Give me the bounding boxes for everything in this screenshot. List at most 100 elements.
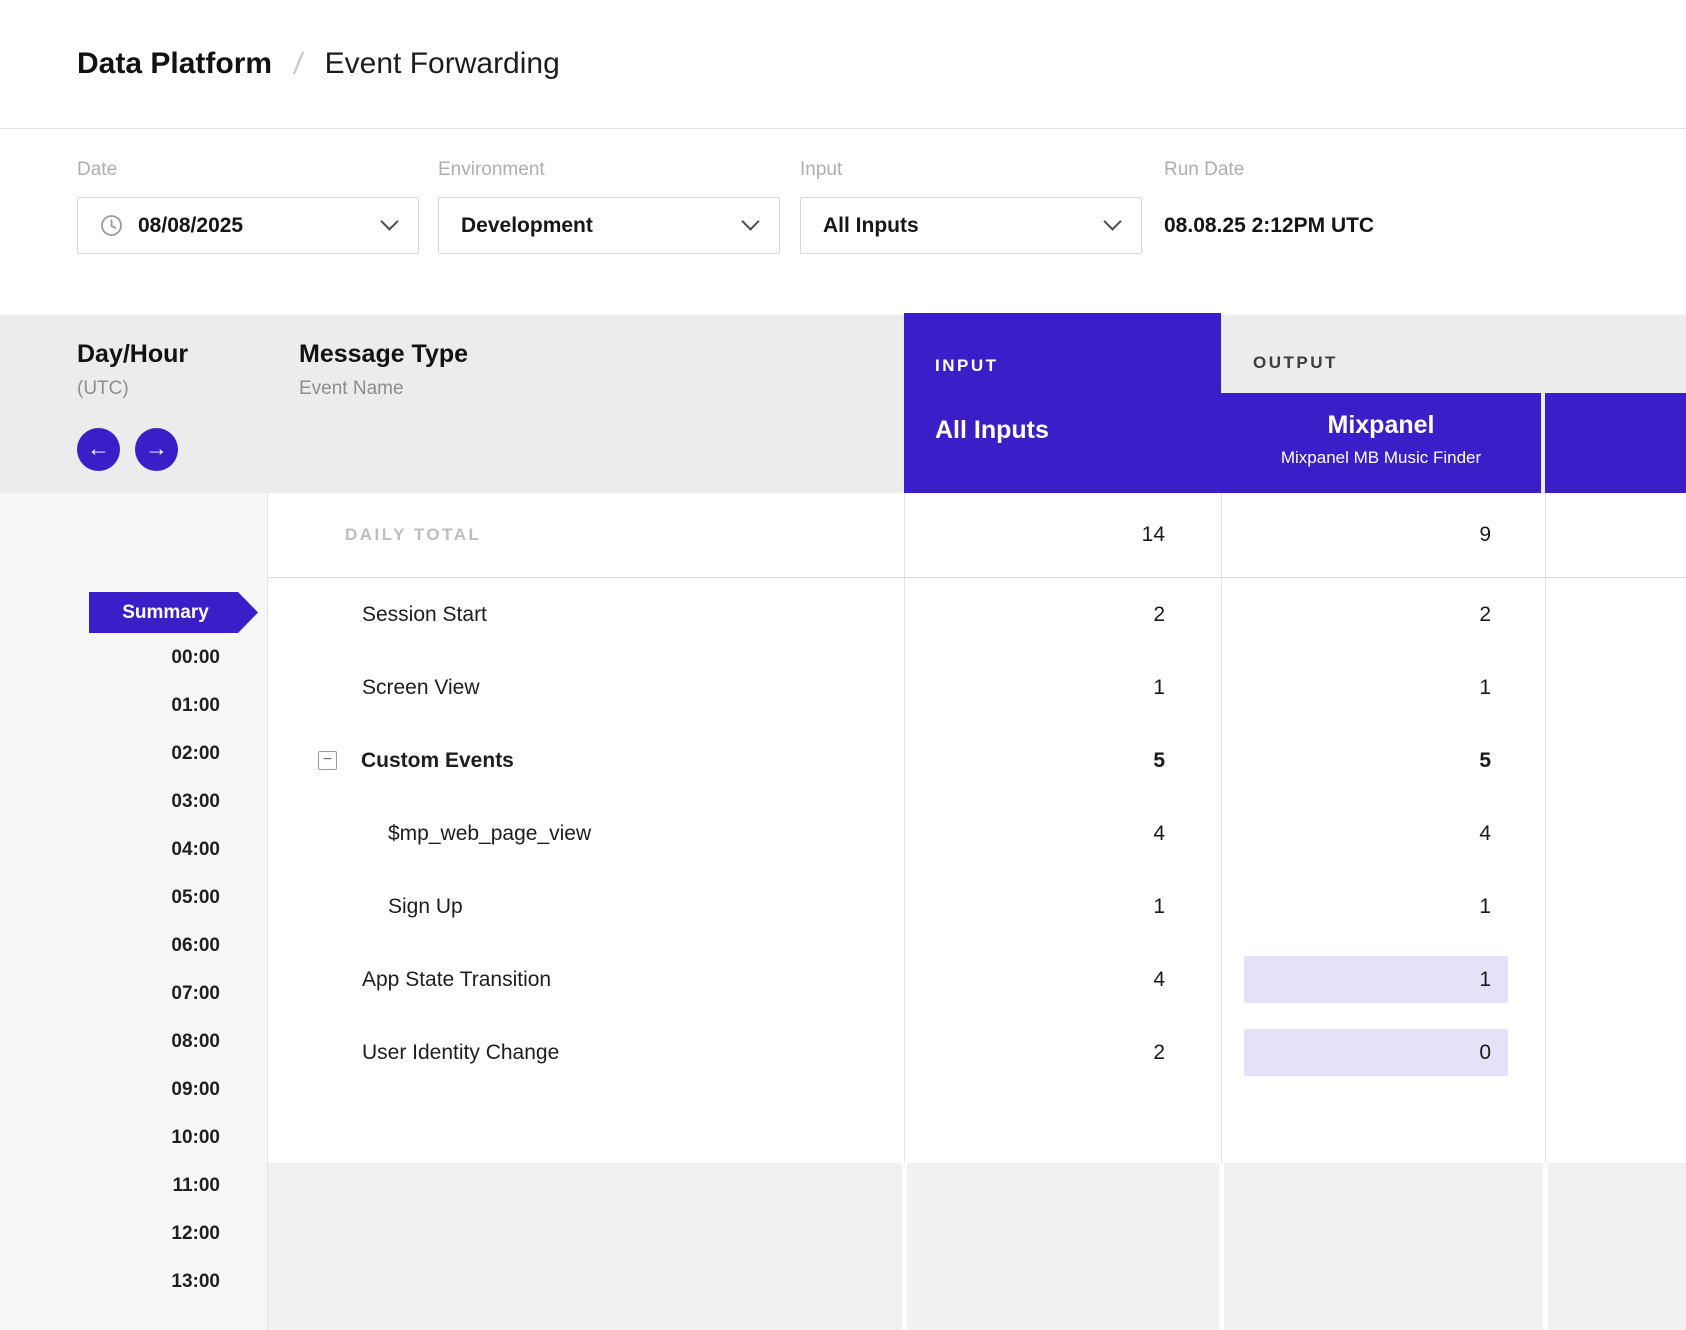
input-column-header[interactable]: INPUT All Inputs (904, 313, 1221, 493)
input-filter-label: Input (800, 159, 1142, 181)
input-column-name: All Inputs (935, 416, 1221, 445)
breadcrumb-divider: / (292, 46, 306, 82)
table-row: App State Transition41 (268, 943, 1686, 1016)
previous-day-button[interactable]: ← (77, 428, 120, 471)
breadcrumb-section[interactable]: Data Platform (77, 47, 272, 81)
daily-total-label-cell: DAILY TOTAL (268, 493, 904, 577)
output-count: 4 (1479, 822, 1491, 846)
daily-total-input-count: 14 (1142, 523, 1165, 547)
output-value-cell: 4 (1221, 797, 1545, 870)
event-forwarding-page: Data Platform / Event Forwarding Date 08… (0, 0, 1686, 1330)
hour-label[interactable]: 10:00 (0, 1114, 267, 1162)
next-output-cell (1545, 797, 1686, 870)
hour-label[interactable]: 01:00 (0, 682, 267, 730)
input-count: 1 (1153, 895, 1165, 919)
message-type-subtitle: Event Name (299, 378, 468, 400)
day-hour-title: Day/Hour (77, 340, 188, 369)
input-value-cell: 1 (904, 870, 1221, 943)
message-type-title: Message Type (299, 340, 468, 369)
hour-label[interactable]: 02:00 (0, 730, 267, 778)
hour-label[interactable]: 08:00 (0, 1018, 267, 1066)
daily-total-row: DAILY TOTAL 14 9 (268, 493, 1686, 578)
event-name: User Identity Change (362, 1041, 559, 1065)
output-value-cell: 0 (1221, 1016, 1545, 1089)
event-name: $mp_web_page_view (388, 822, 591, 846)
next-output-cell (1545, 724, 1686, 797)
highlight-box (1244, 956, 1508, 1003)
next-output-cell (1545, 1016, 1686, 1089)
environment-filter: Environment Development (438, 159, 780, 254)
input-value-cell: 2 (904, 578, 1221, 651)
breadcrumb: Data Platform / Event Forwarding (0, 0, 1686, 129)
input-value-cell: 4 (904, 797, 1221, 870)
environment-value: Development (461, 214, 593, 238)
daily-total-next-cell (1545, 493, 1686, 577)
clock-icon (100, 214, 123, 237)
day-navigation: ← → (77, 428, 178, 471)
day-hour-subtitle: (UTC) (77, 378, 188, 400)
filter-bar: Date 08/08/2025 Environment Development (0, 129, 1686, 315)
input-column-caption: INPUT (935, 356, 1221, 376)
daily-total-input-cell: 14 (904, 493, 1221, 577)
hour-label[interactable]: 13:00 (0, 1258, 267, 1306)
hour-label[interactable]: 04:00 (0, 826, 267, 874)
event-name-cell: Session Start (268, 578, 904, 651)
output-count: 1 (1479, 895, 1491, 919)
table-row: $mp_web_page_view 4 4 (268, 797, 1686, 870)
table-row: Sign Up 1 1 (268, 870, 1686, 943)
daily-total-label: DAILY TOTAL (345, 525, 481, 545)
collapse-icon[interactable]: − (318, 751, 337, 770)
highlight-box (1244, 1029, 1508, 1076)
input-count: 2 (1153, 1041, 1165, 1065)
hour-label[interactable]: 11:00 (0, 1162, 267, 1210)
event-name: App State Transition (362, 968, 551, 992)
environment-dropdown[interactable]: Development (438, 197, 780, 254)
event-name: Sign Up (388, 895, 463, 919)
date-dropdown[interactable]: 08/08/2025 (77, 197, 419, 254)
input-value-cell: 5 (904, 724, 1221, 797)
daily-total-output-count: 9 (1479, 523, 1491, 547)
hour-label[interactable]: 05:00 (0, 874, 267, 922)
next-output-cell (1545, 943, 1686, 1016)
output-column-name: Mixpanel (1221, 411, 1541, 440)
event-name: Session Start (362, 603, 487, 627)
event-name-cell: −Custom Events (268, 724, 904, 797)
summary-row-badge[interactable]: Summary (89, 592, 258, 633)
daily-total-output-cell: 9 (1221, 493, 1545, 577)
input-value-cell: 1 (904, 651, 1221, 724)
event-rows: Session Start22Screen View11−Custom Even… (268, 578, 1686, 1089)
date-filter: Date 08/08/2025 (77, 159, 419, 254)
output-column-header[interactable]: Mixpanel Mixpanel MB Music Finder (1221, 393, 1541, 493)
input-dropdown[interactable]: All Inputs (800, 197, 1142, 254)
event-name-cell: Sign Up (268, 870, 904, 943)
date-filter-label: Date (77, 159, 419, 181)
next-day-button[interactable]: → (135, 428, 178, 471)
output-value-cell: 5 (1221, 724, 1545, 797)
hour-label[interactable]: 09:00 (0, 1066, 267, 1114)
event-name-cell: $mp_web_page_view (268, 797, 904, 870)
hour-label[interactable]: 07:00 (0, 970, 267, 1018)
hour-label[interactable]: 00:00 (0, 634, 267, 682)
input-filter: Input All Inputs (800, 159, 1142, 254)
output-count: 0 (1479, 1041, 1491, 1065)
event-name: Screen View (362, 676, 480, 700)
chevron-down-icon (741, 212, 759, 230)
input-value-cell: 2 (904, 1016, 1221, 1089)
output-count: 1 (1479, 968, 1491, 992)
input-filter-value: All Inputs (823, 214, 919, 238)
hour-label[interactable]: 12:00 (0, 1210, 267, 1258)
hour-label[interactable]: 03:00 (0, 778, 267, 826)
environment-filter-label: Environment (438, 159, 780, 181)
table-row: User Identity Change 2 0 (268, 1016, 1686, 1089)
output-value-cell: 2 (1221, 578, 1545, 651)
event-name-cell: Screen View (268, 651, 904, 724)
input-count: 5 (1153, 749, 1165, 773)
day-hour-sidebar: Summary 00:0001:0002:0003:0004:0005:0006… (0, 493, 268, 1330)
event-name-cell: User Identity Change (268, 1016, 904, 1089)
next-output-column-header[interactable] (1545, 393, 1686, 493)
input-count: 1 (1153, 676, 1165, 700)
hour-label[interactable]: 06:00 (0, 922, 267, 970)
output-value-cell: 1 (1221, 651, 1545, 724)
column-gap (1543, 1163, 1548, 1330)
table-body: Summary 00:0001:0002:0003:0004:0005:0006… (0, 493, 1686, 1330)
